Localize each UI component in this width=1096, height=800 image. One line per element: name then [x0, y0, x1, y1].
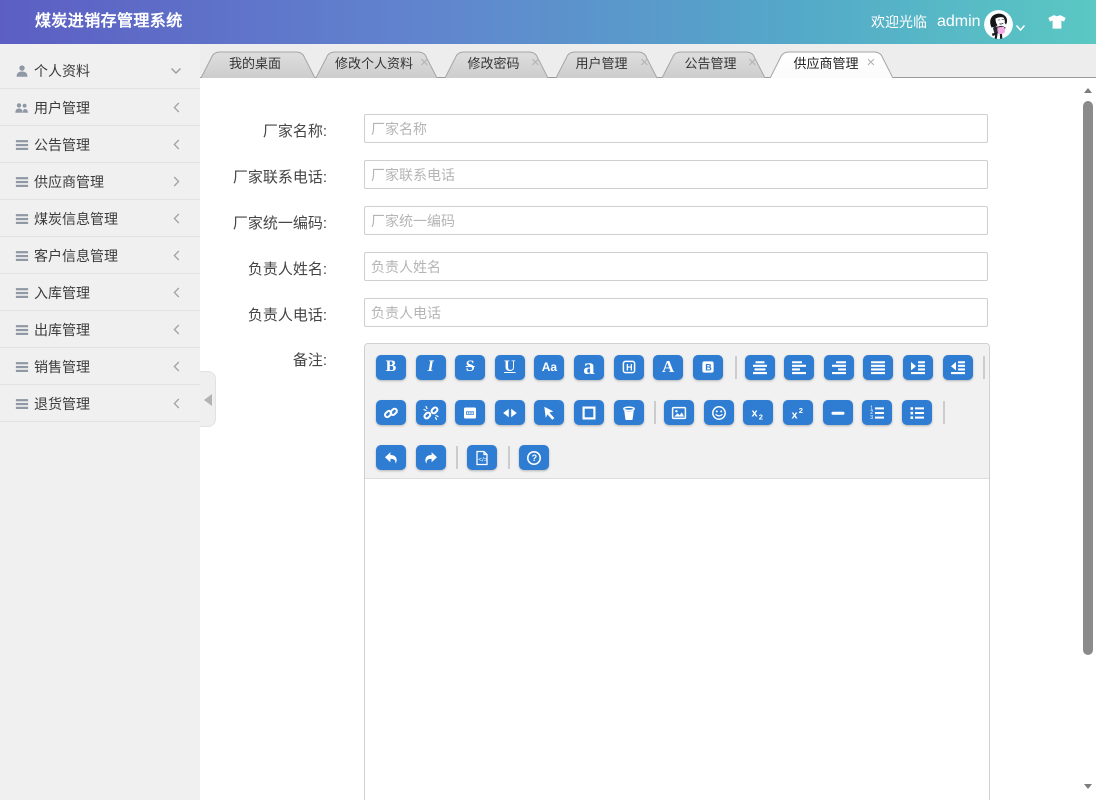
svg-text:B: B: [705, 363, 712, 373]
svg-text:x: x: [752, 407, 759, 419]
svg-text:?: ?: [532, 453, 538, 463]
svg-text:3: 3: [870, 414, 873, 420]
svg-text:H: H: [626, 362, 633, 372]
svg-text:2: 2: [799, 405, 803, 414]
svg-text:2: 2: [759, 412, 763, 421]
svg-text:</>: </>: [478, 456, 488, 463]
svg-text:x: x: [792, 409, 799, 421]
